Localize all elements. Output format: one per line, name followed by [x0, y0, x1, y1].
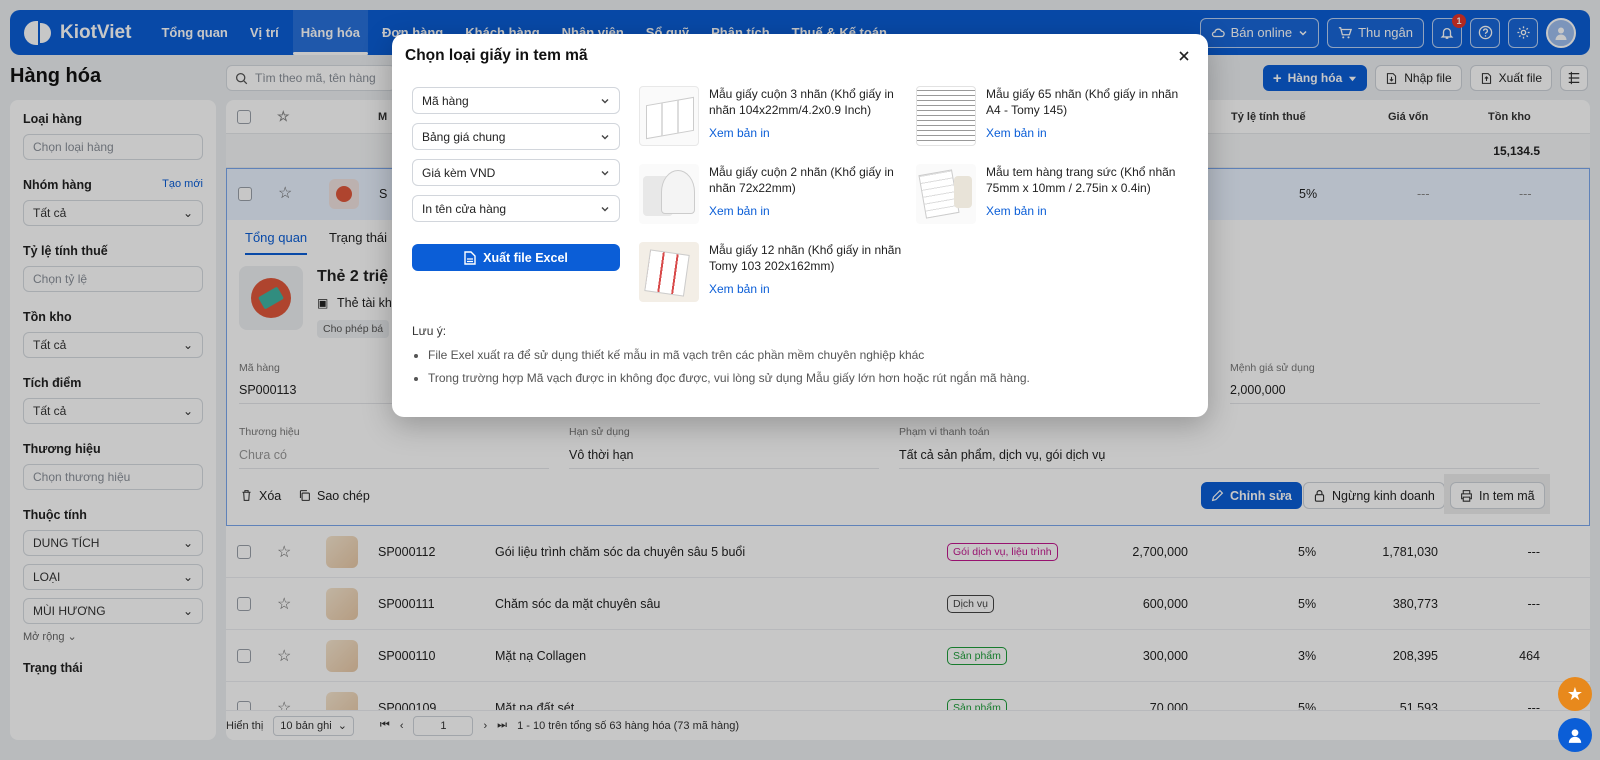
paper-option-jewelry[interactable]: Mẫu tem hàng trang sức (Khổ nhãn 75mm x …	[916, 164, 1191, 234]
paper-option-roll-2[interactable]: Mẫu giấy cuộn 2 nhãn (Khổ giấy in nhãn 7…	[639, 164, 914, 234]
paper-name: Mẫu giấy 12 nhãn (Khổ giấy in nhãn Tomy …	[709, 243, 902, 273]
code-type-select[interactable]: Mã hàng	[412, 87, 620, 114]
paper-option-12-labels[interactable]: Mẫu giấy 12 nhãn (Khổ giấy in nhãn Tomy …	[639, 242, 914, 312]
close-icon	[1179, 51, 1189, 61]
currency-value: Giá kèm VND	[422, 165, 496, 180]
jewelry-tag-image	[916, 164, 976, 224]
export-excel-label: Xuất file Excel	[483, 250, 568, 265]
chevron-down-icon	[601, 170, 609, 175]
close-modal-button[interactable]	[1174, 46, 1194, 66]
paper-name: Mẫu giấy cuộn 2 nhãn (Khổ giấy in nhãn 7…	[709, 165, 894, 195]
price-list-value: Bảng giá chung	[422, 129, 506, 144]
paper-name: Mẫu tem hàng trang sức (Khổ nhãn 75mm x …	[986, 165, 1176, 195]
paper-option-roll-3[interactable]: Mẫu giấy cuộn 3 nhãn (Khổ giấy in nhãn 1…	[639, 86, 914, 156]
price-list-select[interactable]: Bảng giá chung	[412, 123, 620, 150]
chevron-down-icon	[601, 134, 609, 139]
sheet-65-labels-image	[916, 86, 976, 146]
preview-link[interactable]: Xem bản in	[986, 126, 1047, 140]
support-fab[interactable]	[1558, 718, 1592, 752]
preview-link[interactable]: Xem bản in	[986, 204, 1047, 218]
paper-option-65-labels[interactable]: Mẫu giấy 65 nhãn (Khổ giấy in nhãn A4 - …	[916, 86, 1191, 156]
support-agent-icon	[1568, 729, 1582, 743]
preview-link[interactable]: Xem bản in	[709, 282, 770, 296]
preview-link[interactable]: Xem bản in	[709, 204, 770, 218]
code-type-value: Mã hàng	[422, 93, 469, 108]
roll-2-labels-image	[639, 164, 699, 224]
favorites-fab[interactable]: ★	[1558, 677, 1592, 711]
file-icon	[464, 250, 476, 265]
chevron-down-icon	[601, 206, 609, 211]
modal-title: Chọn loại giấy in tem mã	[405, 47, 588, 64]
roll-3-labels-image	[639, 86, 699, 146]
export-excel-button[interactable]: Xuất file Excel	[412, 244, 620, 271]
store-name-value: In tên cửa hàng	[422, 201, 507, 216]
sheet-12-labels-image	[639, 242, 699, 302]
paper-name: Mẫu giấy cuộn 3 nhãn (Khổ giấy in nhãn 1…	[709, 87, 894, 117]
note-item: Trong trường hợp Mã vạch được in không đ…	[428, 367, 1030, 390]
note-list: File Exel xuất ra để sử dụng thiết kế mẫ…	[428, 344, 1030, 390]
paper-name: Mẫu giấy 65 nhãn (Khổ giấy in nhãn A4 - …	[986, 87, 1179, 117]
store-name-select[interactable]: In tên cửa hàng	[412, 195, 620, 222]
chevron-down-icon	[601, 98, 609, 103]
print-paper-modal: Chọn loại giấy in tem mã Mã hàng Bảng gi…	[392, 34, 1208, 417]
preview-link[interactable]: Xem bản in	[709, 126, 770, 140]
note-title: Lưu ý:	[412, 324, 447, 338]
star-icon: ★	[1566, 683, 1584, 704]
currency-select[interactable]: Giá kèm VND	[412, 159, 620, 186]
note-item: File Exel xuất ra để sử dụng thiết kế mẫ…	[428, 344, 1030, 367]
